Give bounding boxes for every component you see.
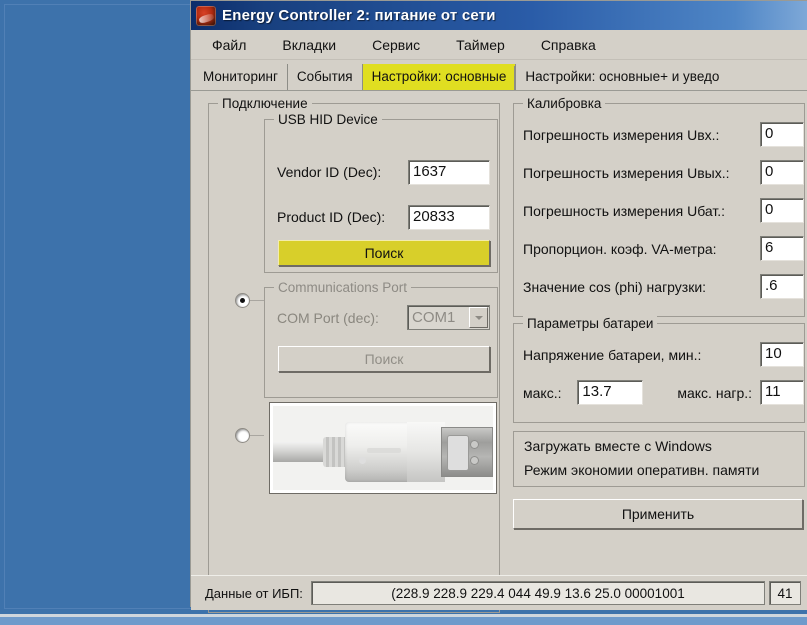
product-id-input[interactable]: 20833	[408, 205, 490, 230]
calibration-row-uvх: Погрешность измерения Uвх.: 0	[523, 122, 804, 147]
client-area: Подключение USB HID Device Vendor ID (De…	[191, 91, 807, 613]
calibration-row-vameter: Пропорцион. коэф. VA-метра: 6	[523, 236, 804, 261]
radio-usb-hid[interactable]	[236, 294, 249, 307]
app-logo-icon	[196, 5, 216, 26]
status-bar: Данные от ИБП: (228.9 228.9 229.4 044 49…	[191, 575, 807, 610]
calibration-input-ubat[interactable]: 0	[760, 198, 804, 223]
usb-hid-group: USB HID Device Vendor ID (Dec): 1637 Pro…	[264, 112, 498, 273]
tab-settings-main[interactable]: Настройки: основные	[361, 64, 517, 90]
battery-row-max: макс.: 13.7 макс. нагр.: 11	[523, 380, 804, 405]
battery-maxload-input[interactable]: 11	[759, 380, 804, 405]
calibration-label-ubat: Погрешность измерения Uбат.:	[523, 202, 726, 219]
battery-min-input[interactable]: 10	[760, 342, 804, 367]
com-port-row: COM Port (dec):	[277, 310, 379, 326]
radio-com-port[interactable]	[236, 429, 249, 442]
vendor-id-row: Vendor ID (Dec):	[277, 164, 381, 180]
calibration-row-uout: Погрешность измерения Uвых.: 0	[523, 160, 804, 185]
tab-strip: Мониторинг События Настройки: основные Н…	[191, 60, 807, 91]
title-bar: Energy Controller 2: питание от сети	[191, 1, 807, 30]
com-port-select[interactable]: COM1	[407, 305, 490, 330]
menu-item-timer[interactable]: Таймер	[453, 35, 508, 55]
radio-connector-line-usb	[250, 300, 264, 301]
vendor-id-input[interactable]: 1637	[408, 160, 490, 185]
battery-parameters-group: Параметры батареи Напряжение батареи, ми…	[513, 316, 805, 423]
communications-port-group: Communications Port COM Port (dec): COM1…	[264, 280, 498, 398]
usb-search-button[interactable]: Поиск	[278, 240, 490, 266]
calibration-input-vameter[interactable]: 6	[760, 236, 804, 261]
radio-connector-line-com	[250, 435, 264, 436]
calibration-label-vameter: Пропорцион. коэф. VA-метра:	[523, 240, 717, 257]
status-bar-data-value: (228.9 228.9 229.4 044 49.9 13.6 25.0 00…	[310, 581, 765, 605]
chevron-down-icon[interactable]	[469, 307, 488, 328]
option-memory-saving-mode[interactable]: Режим экономии оперативн. памяти	[524, 462, 759, 478]
connection-group: Подключение USB HID Device Vendor ID (De…	[208, 96, 500, 613]
battery-group-legend: Параметры батареи	[523, 316, 658, 331]
menu-item-tabs[interactable]: Вкладки	[279, 35, 339, 55]
menu-item-help[interactable]: Справка	[538, 35, 599, 55]
application-window: Energy Controller 2: питание от сети Фай…	[190, 0, 807, 613]
calibration-group-legend: Калибровка	[523, 96, 606, 111]
calibration-input-uin[interactable]: 0	[760, 122, 804, 147]
battery-row-min: Напряжение батареи, мин.: 10	[523, 342, 804, 367]
menu-bar: Файл Вкладки Сервис Таймер Справка	[191, 30, 807, 60]
battery-maxload-label: макс. нагр.:	[677, 384, 753, 401]
status-bar-label: Данные от ИБП:	[205, 585, 303, 601]
battery-max-label: макс.:	[523, 384, 562, 401]
tab-monitoring[interactable]: Мониторинг	[193, 64, 287, 90]
product-id-row: Product ID (Dec):	[277, 209, 385, 225]
calibration-row-cosphi: Значение cos (phi) нагрузки: .6	[523, 274, 804, 299]
window-title: Energy Controller 2: питание от сети	[222, 7, 496, 24]
calibration-label-cosphi: Значение cos (phi) нагрузки:	[523, 278, 707, 295]
calibration-input-cosphi[interactable]: .6	[760, 274, 804, 299]
com-port-selected-value: COM1	[412, 309, 456, 326]
radio-usb-hid-indicator[interactable]	[236, 294, 249, 307]
calibration-input-uout[interactable]: 0	[760, 160, 804, 185]
tab-events[interactable]: События	[286, 64, 362, 90]
desktop-background: Energy Controller 2: питание от сети Фай…	[0, 0, 807, 625]
desktop-edge-strip	[0, 617, 807, 625]
communications-port-group-legend: Communications Port	[274, 280, 412, 295]
battery-min-label: Напряжение батареи, мин.:	[523, 346, 702, 363]
menu-item-service[interactable]: Сервис	[369, 35, 423, 55]
status-bar-counter: 41	[769, 581, 801, 605]
tab-settings-extra[interactable]: Настройки: основные+ и уведо	[515, 64, 729, 90]
calibration-label-uin: Погрешность измерения Uвх.:	[523, 126, 720, 143]
product-id-label: Product ID (Dec):	[277, 209, 386, 225]
com-port-label: COM Port (dec):	[277, 310, 379, 326]
calibration-group: Калибровка Погрешность измерения Uвх.: 0…	[513, 96, 805, 317]
menu-item-file[interactable]: Файл	[209, 35, 249, 55]
com-search-button[interactable]: Поиск	[278, 346, 490, 372]
connection-group-legend: Подключение	[218, 96, 312, 111]
vendor-id-label: Vendor ID (Dec):	[277, 164, 382, 180]
battery-max-input[interactable]: 13.7	[577, 380, 644, 405]
calibration-row-ubat: Погрешность измерения Uбат.: 0	[523, 198, 804, 223]
apply-button[interactable]: Применить	[513, 499, 803, 529]
startup-options-group: Загружать вместе с Windows Режим экономи…	[513, 431, 805, 487]
option-load-with-windows[interactable]: Загружать вместе с Windows	[524, 438, 712, 454]
calibration-label-uout: Погрешность измерения Uвых.:	[523, 164, 730, 181]
usb-connector-photo	[269, 402, 497, 494]
radio-com-port-indicator[interactable]	[236, 429, 249, 442]
usb-hid-group-legend: USB HID Device	[274, 112, 382, 127]
